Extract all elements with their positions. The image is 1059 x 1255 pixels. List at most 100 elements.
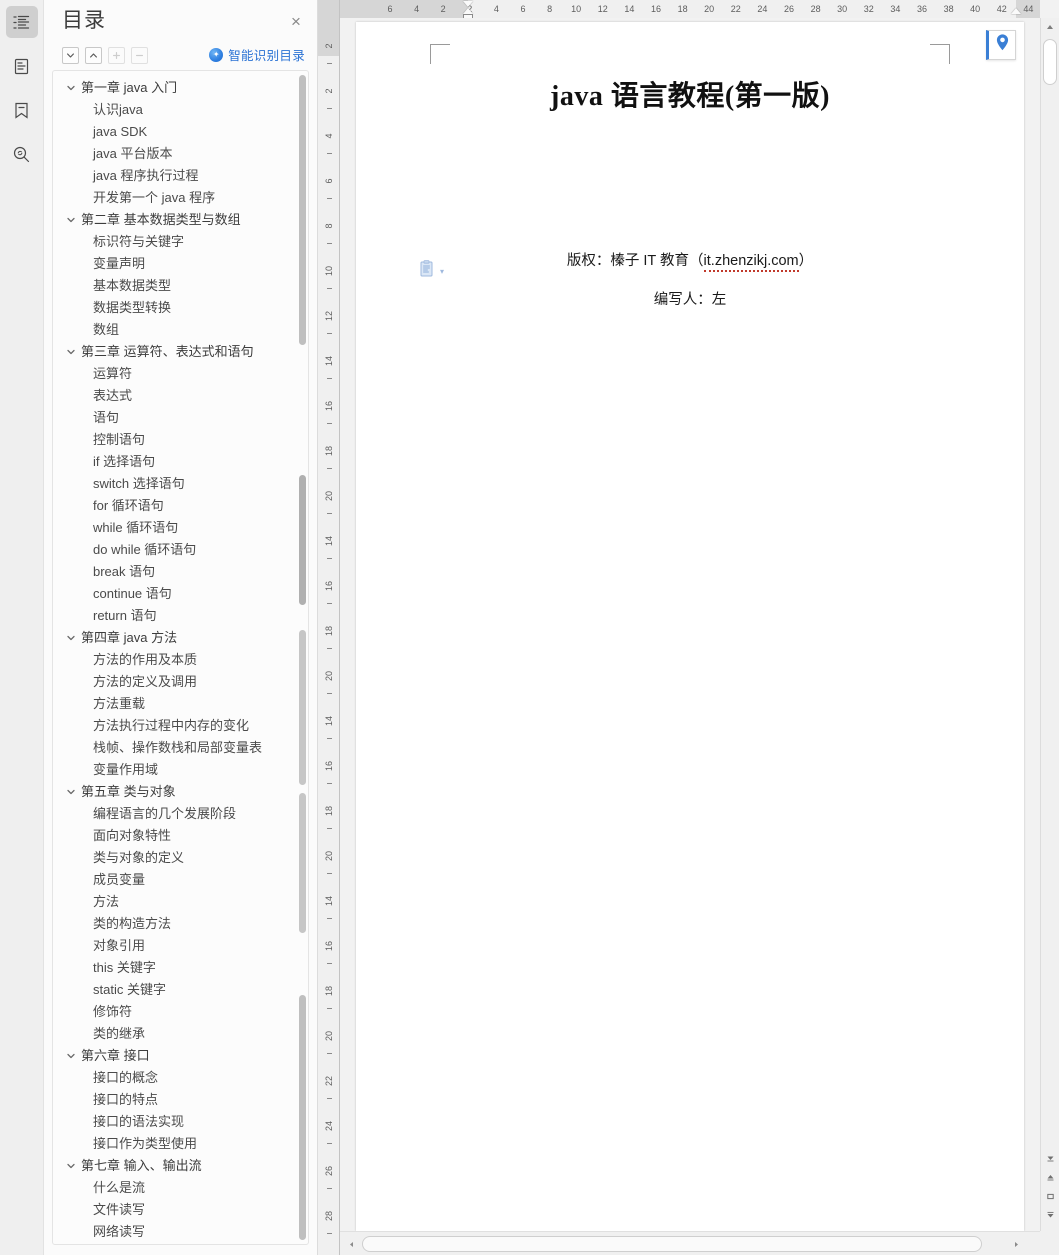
toc-section-item[interactable]: this 关键字 [53,957,308,979]
toc-scrollbar-thumb-d[interactable] [299,793,306,933]
toc-section-item[interactable]: switch 选择语句 [53,473,308,495]
toc-section-item[interactable]: 接口的语法实现 [53,1111,308,1133]
toc-chapter-item[interactable]: 第二章 基本数据类型与数组 [53,209,308,231]
toc-chapter-item[interactable]: 第六章 接口 [53,1045,308,1067]
toc-chapter-item[interactable]: 第七章 输入、输出流 [53,1155,308,1177]
toc-section-item[interactable]: 类的继承 [53,1023,308,1045]
collapse-all-button[interactable] [62,46,79,64]
toc-scrollbar-thumb-b[interactable] [299,475,306,605]
toc-section-item[interactable]: 方法重载 [53,693,308,715]
toc-section-item[interactable]: if 选择语句 [53,451,308,473]
toc-scrollbar-thumb-c[interactable] [299,630,306,785]
chevron-down-icon[interactable] [65,341,77,363]
toc-section-item[interactable]: 网络读写 [53,1221,308,1243]
toc-scrollbar-thumb-e[interactable] [299,995,306,1240]
toc-chapter-item[interactable]: 第四章 java 方法 [53,627,308,649]
toc-section-item[interactable]: 接口的概念 [53,1067,308,1089]
toc-section-item[interactable]: 表达式 [53,385,308,407]
toc-chapter-item[interactable]: 第三章 运算符、表达式和语句 [53,341,308,363]
chevron-down-icon[interactable] [65,1045,77,1067]
rail-item-document[interactable] [6,50,38,82]
toc-section-item[interactable]: 编程语言的几个发展阶段 [53,803,308,825]
scroll-left-button[interactable] [343,1236,359,1252]
toc-section-item[interactable]: 方法的作用及本质 [53,649,308,671]
toc-section-item[interactable]: 面向对象特性 [53,825,308,847]
navigation-pin-button[interactable] [986,30,1016,60]
toc-section-item[interactable]: 方法 [53,891,308,913]
toc-section-item[interactable]: 数组 [53,319,308,341]
toc-section-item[interactable]: 标识符与关键字 [53,231,308,253]
toc-section-item[interactable]: 类的构造方法 [53,913,308,935]
ruler-tick: 14 [324,356,334,367]
toc-section-item[interactable]: 成员变量 [53,869,308,891]
toc-section-item[interactable]: 方法的定义及调用 [53,671,308,693]
right-indent-marker[interactable] [1011,8,1021,14]
toc-section-item[interactable]: while 循环语句 [53,517,308,539]
expand-all-button[interactable] [85,46,102,64]
toc-section-item[interactable]: break 语句 [53,561,308,583]
chevron-down-icon[interactable] [65,209,77,231]
rail-item-find-replace[interactable] [6,138,38,170]
increase-level-button[interactable] [108,46,125,64]
toc-section-item[interactable]: 类与对象的定义 [53,847,308,869]
toc-scrollbar[interactable] [299,75,306,1240]
toc-section-item[interactable]: 变量作用域 [53,759,308,781]
decrease-level-button[interactable] [131,46,148,64]
toc-section-item[interactable]: 运算符 [53,363,308,385]
toc-section-item[interactable]: 变量声明 [53,253,308,275]
rail-item-bookmark[interactable] [6,94,38,126]
ruler-tick: 22 [730,4,741,14]
smart-recognize-toc-button[interactable]: ✦ 智能识别目录 [209,45,305,64]
document-page[interactable]: java 语言教程(第一版) 版权：榛子 IT 教育（it.zhenzikj.c… [356,22,1024,1231]
toc-item-label: 表达式 [93,388,133,403]
toc-section-item[interactable]: static 关键字 [53,979,308,1001]
toc-chapter-item[interactable]: 第五章 类与对象 [53,781,308,803]
previous-page-button[interactable] [1043,1169,1058,1186]
toc-section-item[interactable]: 控制语句 [53,429,308,451]
toc-section-item[interactable]: java SDK [53,121,308,143]
toc-section-item[interactable]: 开发第一个 java 程序 [53,187,308,209]
document-horizontal-scrollbar[interactable] [340,1231,1040,1255]
toc-section-item[interactable]: 文件读写 [53,1199,308,1221]
scroll-down-button[interactable] [1043,1150,1058,1167]
toc-chapter-item[interactable]: 第一章 java 入门 [53,77,308,99]
toc-section-item[interactable]: continue 语句 [53,583,308,605]
chevron-down-icon[interactable] [65,77,77,99]
toc-section-item[interactable]: return 语句 [53,605,308,627]
vertical-scrollbar-thumb[interactable] [1043,39,1057,85]
scroll-up-button[interactable] [1041,18,1059,35]
toc-section-item[interactable]: 认识java [53,99,308,121]
toc-section-item[interactable]: do while 循环语句 [53,539,308,561]
toc-section-item[interactable]: 修饰符 [53,1001,308,1023]
horizontal-ruler[interactable]: 6 4 2 2 4 6 8 10 12 14 16 18 20 22 24 26 28 30 32 34 36 38 40 4… [340,0,1040,18]
toc-section-item[interactable]: 什么是流 [53,1177,308,1199]
first-line-indent-marker[interactable] [463,1,473,7]
rail-item-outline[interactable] [5,6,38,38]
toc-section-item[interactable]: 基本数据类型 [53,275,308,297]
toc-section-item[interactable]: 栈帧、操作数栈和局部变量表 [53,737,308,759]
select-browse-object-button[interactable] [1043,1188,1058,1205]
horizontal-scrollbar-thumb[interactable] [362,1236,982,1252]
chevron-down-icon[interactable] [65,1155,77,1177]
toc-section-item[interactable]: 方法执行过程中内存的变化 [53,715,308,737]
toc-section-item[interactable]: java 程序执行过程 [53,165,308,187]
ruler-dash [327,648,332,649]
chevron-down-icon[interactable] [65,627,77,649]
next-page-button[interactable] [1043,1207,1058,1224]
toc-section-item[interactable]: 数据类型转换 [53,297,308,319]
vertical-scrollbar-track[interactable] [1041,35,1059,1145]
toc-scrollbar-thumb[interactable] [299,75,306,345]
toc-list[interactable]: 第一章 java 入门 认识java java SDK java 平台版本 java 程… [53,71,308,1244]
chevron-down-icon[interactable] [65,781,77,803]
vertical-ruler[interactable]: 2 2 4 6 8 10 12 14 16 18 20 14 16 18 20 14 16 18 20 14 16 18 2… [318,0,340,1255]
close-icon[interactable]: × [287,12,305,30]
toc-section-item[interactable]: 接口的特点 [53,1089,308,1111]
toc-section-item[interactable]: java 平台版本 [53,143,308,165]
toc-section-item[interactable]: for 循环语句 [53,495,308,517]
paste-options-button[interactable]: ▾ [420,260,444,283]
document-vertical-scrollbar[interactable] [1040,18,1059,1231]
scroll-right-button[interactable] [1008,1236,1024,1252]
toc-section-item[interactable]: 接口作为类型使用 [53,1133,308,1155]
toc-section-item[interactable]: 语句 [53,407,308,429]
toc-section-item[interactable]: 对象引用 [53,935,308,957]
